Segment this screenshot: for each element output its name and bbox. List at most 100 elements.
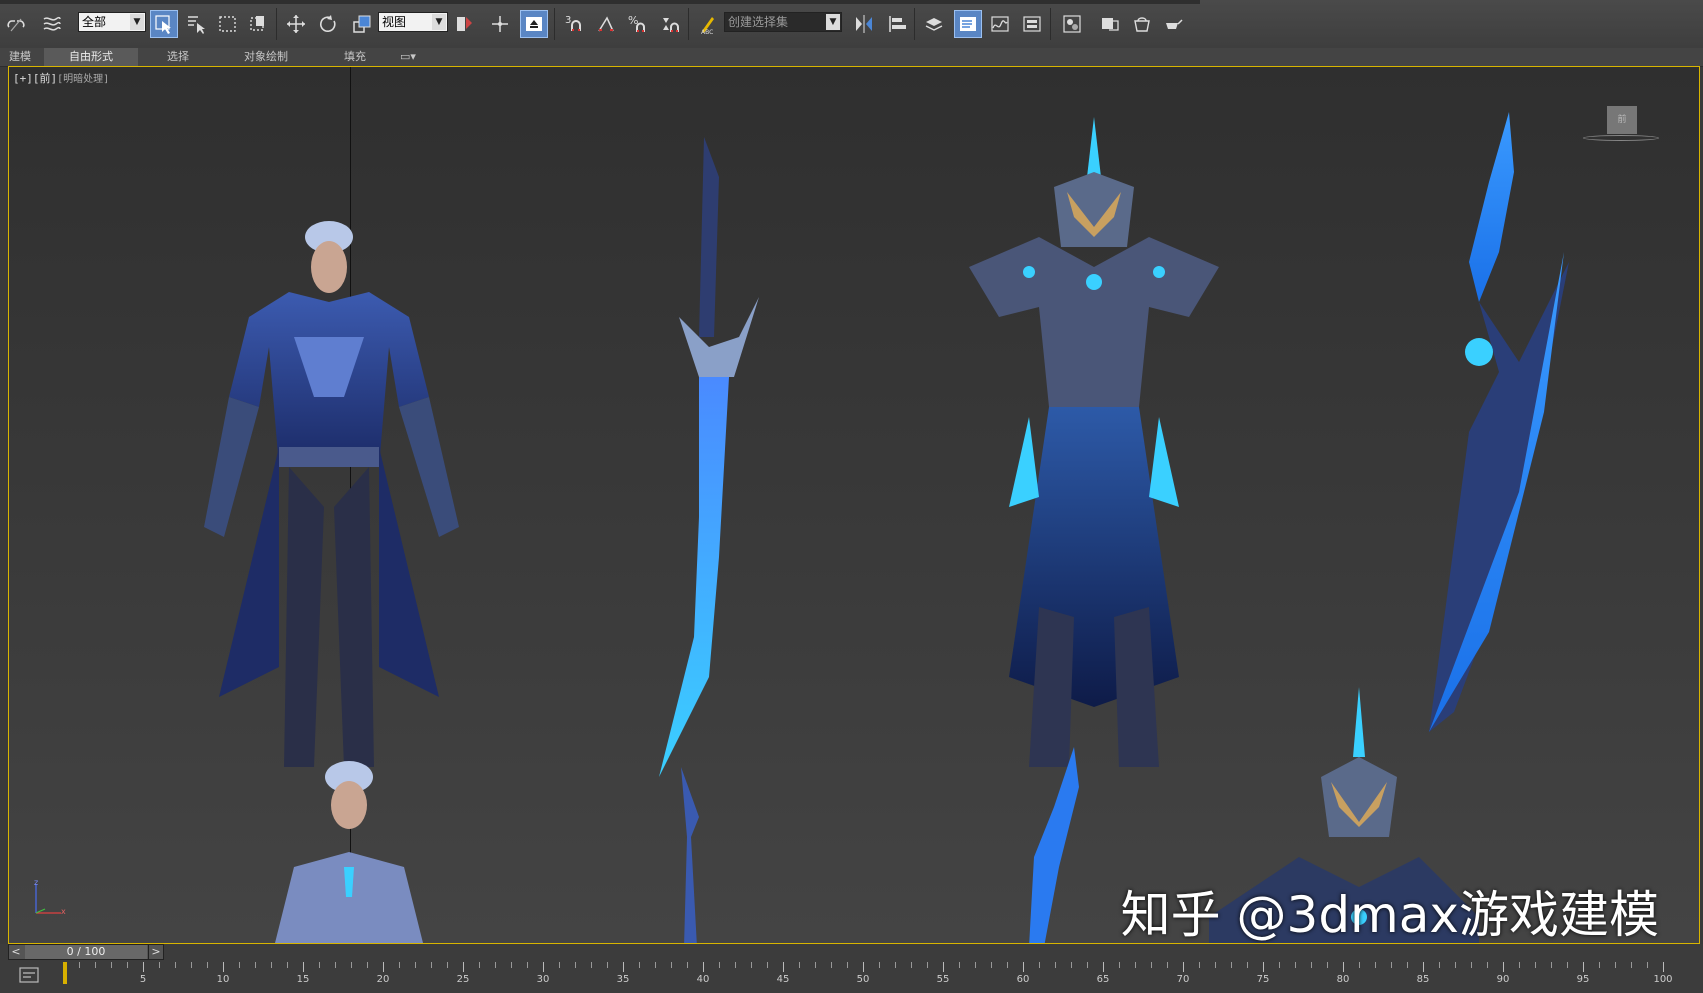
scale-icon[interactable] — [348, 10, 376, 38]
chevron-down-icon: ▼ — [826, 14, 840, 30]
timeline-frame-label: 60 — [1016, 974, 1030, 985]
timeline-tick — [1583, 962, 1584, 972]
time-slider[interactable]: < 0 / 100 > — [8, 944, 164, 960]
tab-populate[interactable]: 填充 — [322, 48, 388, 66]
mirror-icon[interactable] — [850, 10, 878, 38]
schematic-icon[interactable] — [1018, 10, 1046, 38]
snaps-toggle-icon[interactable]: 3 — [560, 10, 588, 38]
sword-model-front[interactable] — [649, 137, 779, 787]
angle-snap-icon[interactable] — [592, 10, 620, 38]
select-manipulate-icon[interactable] — [486, 10, 514, 38]
tab-modeling[interactable]: 建模 — [0, 48, 40, 66]
timeline-tick — [223, 962, 224, 972]
timeline-tick — [1007, 962, 1008, 968]
frame-counter[interactable]: 0 / 100 — [25, 945, 147, 959]
timeline-ruler[interactable]: 5 10 15 20 25 30 35 40 45 50 55 60 65 70 75 80 85 90 95 100 — [63, 962, 1673, 993]
sword-model-small[interactable] — [669, 767, 719, 944]
layer-explorer-icon[interactable] — [920, 10, 948, 38]
timeline-frame-label: 45 — [776, 974, 790, 985]
curve-editor-icon[interactable] — [986, 10, 1014, 38]
timeline-frame-label: 40 — [696, 974, 710, 985]
timeline-tick — [335, 962, 336, 968]
timeline-tick — [303, 962, 304, 972]
timeline-tick — [1567, 962, 1568, 968]
time-cursor[interactable] — [63, 962, 67, 984]
next-frame-button[interactable]: > — [148, 945, 163, 959]
axis-z-label: z — [34, 879, 38, 887]
timeline-tick — [671, 962, 672, 968]
ribbon-options-icon[interactable]: ▭▾ — [396, 48, 420, 66]
selection-filter-dropdown[interactable]: 全部 ▼ — [78, 12, 146, 32]
timeline-tick — [287, 962, 288, 968]
timeline-tick — [255, 962, 256, 968]
keyboard-shortcut-override-icon[interactable] — [520, 10, 548, 38]
timeline-tick — [1663, 962, 1664, 972]
align-icon[interactable] — [884, 10, 912, 38]
timeline-tick — [1359, 962, 1360, 968]
scene-explorer-icon[interactable] — [954, 10, 982, 38]
render-icon[interactable] — [1160, 10, 1188, 38]
timeline-frame-label: 100 — [1653, 974, 1673, 985]
curved-blade-model[interactable] — [1369, 112, 1589, 752]
link-icon[interactable] — [2, 10, 30, 38]
percent-snap-icon[interactable]: % — [624, 10, 652, 38]
tab-freeform[interactable]: 自由形式 — [44, 48, 138, 66]
character-model-hero-bust[interactable] — [264, 757, 434, 944]
timeline-tick — [1503, 962, 1504, 972]
prev-frame-button[interactable]: < — [9, 945, 23, 959]
rotate-icon[interactable] — [314, 10, 342, 38]
timeline-frame-label: 85 — [1416, 974, 1430, 985]
reference-coord-dropdown[interactable]: 视图 ▼ — [378, 12, 448, 32]
edit-named-sets-icon[interactable]: ABC — [694, 10, 722, 38]
viewport-view-label[interactable]: [+][前] — [13, 72, 57, 85]
viewcube-compass[interactable] — [1583, 135, 1659, 141]
render-frame-icon[interactable] — [1128, 10, 1156, 38]
menu-strip — [0, 0, 1200, 4]
tab-selection[interactable]: 选择 — [148, 48, 208, 66]
timeline-frame-label: 10 — [216, 974, 230, 985]
timeline-frame-label: 70 — [1176, 974, 1190, 985]
tab-object-paint[interactable]: 对象绘制 — [226, 48, 306, 66]
pivot-icon[interactable] — [450, 10, 478, 38]
selection-filter-value: 全部 — [82, 15, 107, 29]
timeline-tick — [1103, 962, 1104, 972]
timeline-tick — [831, 962, 832, 968]
timeline-tick — [591, 962, 592, 968]
timeline-tick — [1631, 962, 1632, 968]
render-setup-icon[interactable] — [1096, 10, 1124, 38]
curved-blade-model-small[interactable] — [1014, 747, 1094, 944]
select-object-icon[interactable] — [150, 10, 178, 38]
character-model-knight[interactable] — [949, 117, 1239, 817]
timeline-tick — [159, 962, 160, 968]
timeline-tick — [607, 962, 608, 968]
track-bar-icon[interactable] — [18, 966, 40, 984]
bind-spacewarp-icon[interactable] — [38, 10, 66, 38]
named-selection-dropdown[interactable]: 创建选择集 ▼ — [724, 12, 842, 32]
timeline-tick — [623, 962, 624, 972]
timeline-tick — [111, 962, 112, 968]
timeline-tick — [463, 962, 464, 972]
front-viewport[interactable]: [+][前][明暗处理] 前 z x 知乎 @3dmax游戏建模 — [8, 66, 1700, 944]
named-selection-placeholder: 创建选择集 — [728, 15, 789, 29]
timeline-tick — [959, 962, 960, 968]
rect-region-icon[interactable] — [214, 10, 242, 38]
timeline-tick — [863, 962, 864, 972]
viewport-shading-label[interactable]: [明暗处理] — [57, 74, 109, 85]
timeline-tick — [1391, 962, 1392, 968]
toolbar-separator — [276, 8, 277, 40]
material-editor-icon[interactable] — [1058, 10, 1086, 38]
viewcube[interactable]: 前 — [1607, 106, 1637, 134]
timeline-tick — [431, 962, 432, 968]
timeline-tick — [1375, 962, 1376, 968]
select-by-name-icon[interactable] — [182, 10, 210, 38]
timeline-tick — [991, 962, 992, 968]
timeline-tick — [479, 962, 480, 968]
move-icon[interactable] — [282, 10, 310, 38]
timeline-tick — [1535, 962, 1536, 968]
timeline-tick — [1471, 962, 1472, 968]
timeline-frame-label: 20 — [376, 974, 390, 985]
viewport-label[interactable]: [+][前][明暗处理] — [13, 70, 109, 86]
window-crossing-icon[interactable] — [244, 10, 272, 38]
timeline-tick — [911, 962, 912, 968]
spinner-snap-icon[interactable] — [656, 10, 684, 38]
